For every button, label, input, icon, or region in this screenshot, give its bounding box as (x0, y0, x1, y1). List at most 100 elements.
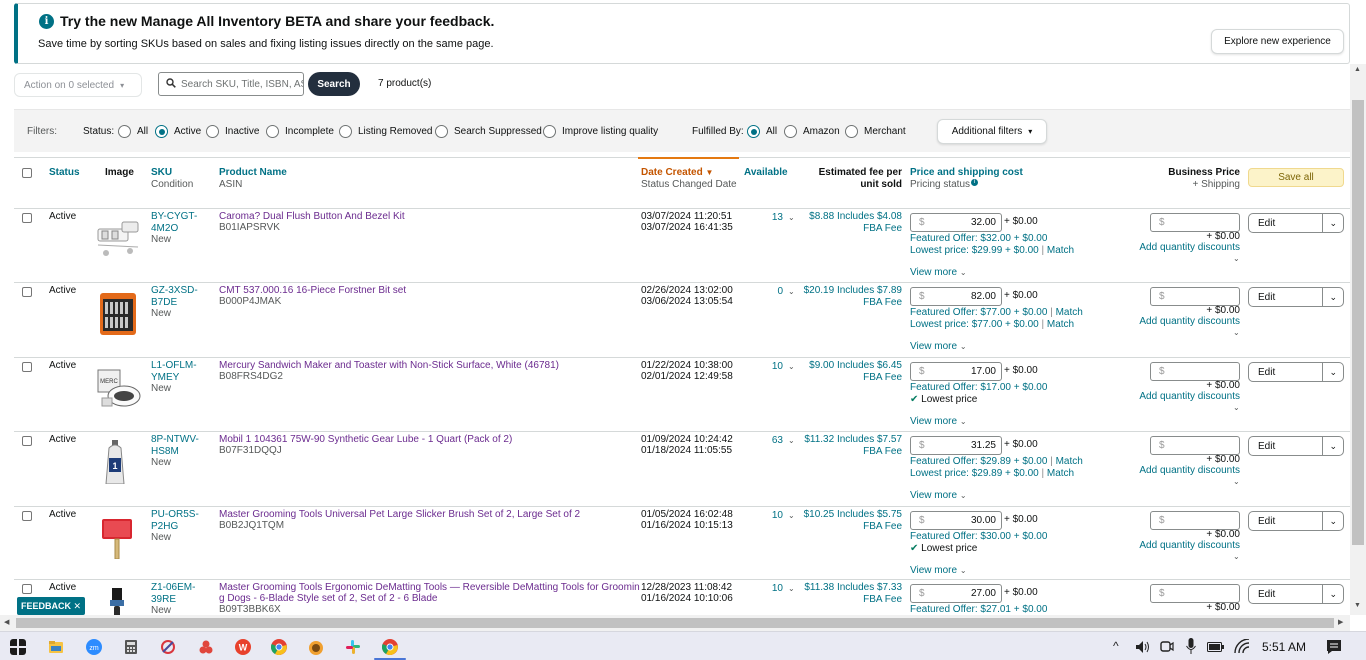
view-more-link[interactable]: View more ⌄ (910, 267, 967, 279)
chevron-up-icon[interactable]: ^ (1113, 639, 1119, 653)
app-orange-icon[interactable] (308, 639, 324, 655)
match-link[interactable]: Match (1047, 245, 1074, 256)
price-input[interactable]: $17.00 (910, 362, 1002, 381)
match-link[interactable]: Match (1056, 456, 1083, 467)
app-red-icon[interactable] (198, 639, 214, 655)
edit-dropdown-button[interactable]: Edit ⌄ (1248, 213, 1344, 233)
product-name-link-line2[interactable]: g Dogs - 6-Blade Style set of 2, Set of … (219, 593, 437, 605)
windows-start-icon[interactable] (10, 639, 26, 655)
price-input[interactable]: $82.00 (910, 287, 1002, 306)
header-sku[interactable]: SKU Condition (151, 167, 193, 191)
product-image[interactable]: MERC (94, 366, 142, 410)
slack-icon[interactable] (345, 639, 361, 655)
business-price-input[interactable]: $ (1150, 362, 1240, 381)
snipping-tool-icon[interactable] (160, 639, 176, 655)
edit-button[interactable]: Edit (1249, 512, 1324, 530)
file-explorer-icon[interactable] (48, 639, 64, 655)
product-name-link[interactable]: Master Grooming Tools Universal Pet Larg… (219, 509, 580, 521)
search-button[interactable]: Search (308, 72, 360, 96)
chevron-down-icon[interactable]: ⌄ (1233, 253, 1240, 265)
vertical-scrollbar[interactable]: ▲ ▼ (1350, 64, 1366, 615)
row-checkbox[interactable] (22, 436, 32, 446)
price-input[interactable]: $30.00 (910, 511, 1002, 530)
sku-link[interactable]: 8P-NTWV- HS8M (151, 434, 199, 457)
available-quantity[interactable]: 10 (759, 361, 783, 373)
estimated-fee-link[interactable]: $9.00 Includes $6.45 FBA Fee (794, 360, 902, 383)
chevron-down-icon[interactable]: ⌄ (1323, 363, 1343, 381)
edit-button[interactable]: Edit (1249, 214, 1324, 232)
edit-dropdown-button[interactable]: Edit ⌄ (1248, 287, 1344, 307)
business-price-input[interactable]: $ (1150, 584, 1240, 603)
scroll-down-icon[interactable]: ▼ (1354, 602, 1361, 609)
wps-office-icon[interactable]: W (235, 639, 251, 655)
edit-button[interactable]: Edit (1249, 437, 1324, 455)
available-quantity[interactable]: 63 (759, 435, 783, 447)
fulfilled-option-all[interactable]: All (747, 110, 777, 153)
sku-link[interactable]: GZ-3XSD- B7DE (151, 285, 198, 308)
save-all-button[interactable]: Save all (1248, 168, 1344, 187)
chevron-down-icon[interactable]: ⌄ (1233, 402, 1240, 414)
add-quantity-discounts-link[interactable]: Add quantity discounts (1114, 465, 1240, 477)
business-price-input[interactable]: $ (1150, 213, 1240, 232)
microphone-icon[interactable] (1186, 638, 1196, 655)
horizontal-scrollbar[interactable]: ◀ ▶ (0, 615, 1350, 631)
business-price-input[interactable]: $ (1150, 511, 1240, 530)
info-icon[interactable]: i (971, 179, 979, 186)
sku-link[interactable]: Z1-06EM- 39RE (151, 582, 195, 605)
additional-filters-dropdown[interactable]: Additional filters ▾ (937, 119, 1047, 144)
scrollbar-thumb[interactable] (1352, 100, 1364, 545)
chevron-down-icon[interactable]: ⌄ (1233, 551, 1240, 563)
scroll-right-icon[interactable]: ▶ (1338, 618, 1343, 626)
row-checkbox[interactable] (22, 511, 32, 521)
fulfilled-option-amazon[interactable]: Amazon (784, 110, 840, 153)
product-image[interactable]: 1 (94, 440, 142, 484)
notifications-icon[interactable] (1326, 639, 1342, 655)
select-all-checkbox[interactable] (22, 168, 32, 178)
price-input[interactable]: $27.00 (910, 584, 1002, 603)
sku-link[interactable]: L1-OFLM- YMEY (151, 360, 197, 383)
edit-dropdown-button[interactable]: Edit ⌄ (1248, 511, 1344, 531)
battery-icon[interactable] (1207, 641, 1225, 653)
chevron-down-icon[interactable]: ⌄ (1323, 214, 1343, 232)
view-more-link[interactable]: View more ⌄ (910, 565, 967, 577)
chevron-down-icon[interactable]: ⌄ (1233, 327, 1240, 339)
status-option-active[interactable]: Active (155, 110, 201, 153)
search-input[interactable]: Search SKU, Title, ISBN, ASIN (158, 72, 304, 96)
add-quantity-discounts-link[interactable]: Add quantity discounts (1114, 391, 1240, 403)
chevron-down-icon[interactable]: ⌄ (1323, 585, 1343, 603)
sku-link[interactable]: BY-CYGT- 4M2O (151, 211, 197, 234)
sku-link[interactable]: PU-OR5S- P2HG (151, 509, 199, 532)
chevron-down-icon[interactable]: ⌄ (1323, 437, 1343, 455)
estimated-fee-link[interactable]: $20.19 Includes $7.89 FBA Fee (794, 285, 902, 308)
view-more-link[interactable]: View more ⌄ (910, 490, 967, 502)
scroll-up-icon[interactable]: ▲ (1354, 66, 1361, 73)
status-option-search-suppressed[interactable]: Search Suppressed (435, 110, 542, 153)
edit-dropdown-button[interactable]: Edit ⌄ (1248, 362, 1344, 382)
row-checkbox[interactable] (22, 213, 32, 223)
estimated-fee-link[interactable]: $10.25 Includes $5.75 FBA Fee (794, 509, 902, 532)
view-more-link[interactable]: View more ⌄ (910, 341, 967, 353)
bulk-action-dropdown[interactable]: Action on 0 selected ▾ (14, 73, 142, 97)
feedback-button[interactable]: FEEDBACK ✕ (17, 597, 85, 615)
add-quantity-discounts-link[interactable]: Add quantity discounts (1114, 316, 1240, 328)
available-quantity[interactable]: 13 (759, 212, 783, 224)
edit-button[interactable]: Edit (1249, 363, 1324, 381)
chrome-icon[interactable] (271, 639, 287, 655)
zoom-icon[interactable]: zm (86, 639, 102, 655)
status-option-inactive[interactable]: Inactive (206, 110, 259, 153)
product-name-link[interactable]: Mercury Sandwich Maker and Toaster with … (219, 360, 559, 372)
edit-dropdown-button[interactable]: Edit ⌄ (1248, 436, 1344, 456)
header-date-created[interactable]: Date Created ▼ Status Changed Date (641, 167, 737, 191)
match-link[interactable]: Match (1056, 307, 1083, 318)
clock[interactable]: 5:51 AM (1262, 640, 1306, 654)
explore-new-experience-button[interactable]: Explore new experience (1211, 29, 1344, 54)
fulfilled-option-merchant[interactable]: Merchant (845, 110, 906, 153)
available-quantity[interactable]: 10 (759, 583, 783, 595)
product-name-link[interactable]: CMT 537.000.16 16-Piece Forstner Bit set (219, 285, 406, 297)
product-image[interactable] (94, 291, 142, 335)
match-link[interactable]: Match (1047, 468, 1074, 479)
available-quantity[interactable]: 0 (759, 286, 783, 298)
product-image[interactable] (94, 515, 142, 559)
status-option-incomplete[interactable]: Incomplete (266, 110, 334, 153)
product-name-link[interactable]: Caroma? Dual Flush Button And Bezel Kit (219, 211, 405, 223)
